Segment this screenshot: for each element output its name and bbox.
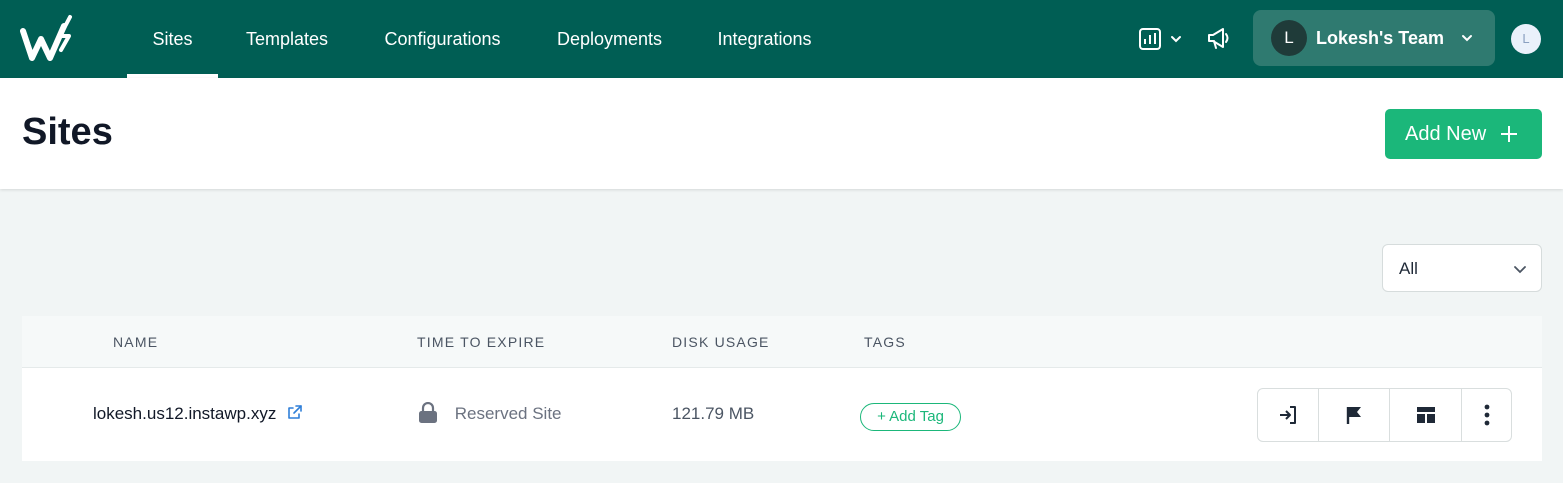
add-new-button[interactable]: Add New xyxy=(1385,109,1542,159)
nav-tab-integrations[interactable]: Integrations xyxy=(703,0,826,78)
flag-button[interactable] xyxy=(1318,389,1389,441)
top-nav-bar: Sites Templates Configurations Deploymen… xyxy=(0,0,1563,78)
logo-icon[interactable] xyxy=(20,14,80,64)
plus-icon xyxy=(1501,126,1517,142)
add-new-label: Add New xyxy=(1405,123,1487,145)
reserved-site-label: Reserved Site xyxy=(454,404,562,423)
site-filter-select[interactable]: All xyxy=(1382,244,1542,292)
disk-usage-cell: 121.79 MB xyxy=(672,404,755,423)
row-actions-group xyxy=(1257,388,1512,442)
page-title: Sites xyxy=(22,111,113,153)
nav-tab-sites[interactable]: Sites xyxy=(127,0,218,78)
login-icon xyxy=(1280,406,1296,424)
magic-login-button[interactable] xyxy=(1258,389,1318,441)
nav-tab-deployments[interactable]: Deployments xyxy=(543,0,676,78)
add-tag-button[interactable]: + Add Tag xyxy=(860,403,961,431)
megaphone-icon[interactable] xyxy=(1206,25,1232,51)
team-avatar: L xyxy=(1271,20,1307,56)
more-options-button[interactable] xyxy=(1461,389,1511,441)
nav-tab-configurations[interactable]: Configurations xyxy=(368,0,517,78)
chart-icon xyxy=(1139,28,1161,50)
analytics-menu-button[interactable] xyxy=(1138,26,1184,52)
team-name: Lokesh's Team xyxy=(1316,28,1444,48)
sites-table: NAME TIME TO EXPIRE DISK USAGE TAGS loke… xyxy=(22,316,1542,461)
table-row: lokesh.us12.instawp.xyz Reserved Site 12… xyxy=(22,368,1542,461)
column-header-name: NAME xyxy=(113,334,159,350)
save-template-button[interactable] xyxy=(1389,389,1461,441)
flag-icon xyxy=(1346,407,1361,424)
page-header: Sites Add New xyxy=(0,78,1563,189)
chevron-down-icon xyxy=(1171,36,1181,43)
chevron-down-icon xyxy=(1514,266,1526,274)
nav-tab-templates[interactable]: Templates xyxy=(232,0,342,78)
site-name-link[interactable]: lokesh.us12.instawp.xyz xyxy=(93,404,276,423)
lock-icon xyxy=(419,401,437,423)
site-name-cell: lokesh.us12.instawp.xyz xyxy=(93,368,303,461)
team-switcher[interactable]: L Lokesh's Team xyxy=(1253,10,1495,66)
time-to-expire-cell: Reserved Site xyxy=(418,368,562,461)
external-link-icon[interactable] xyxy=(287,404,303,420)
column-header-time-to-expire: TIME TO EXPIRE xyxy=(417,334,546,350)
user-avatar[interactable]: L xyxy=(1511,24,1541,54)
template-icon xyxy=(1416,407,1435,423)
table-header: NAME TIME TO EXPIRE DISK USAGE TAGS xyxy=(22,316,1542,368)
chevron-down-icon xyxy=(1462,35,1472,42)
column-header-tags: TAGS xyxy=(864,334,906,350)
column-header-disk-usage: DISK USAGE xyxy=(672,334,770,350)
filter-selected-value: All xyxy=(1399,259,1418,278)
more-vertical-icon xyxy=(1484,404,1489,426)
